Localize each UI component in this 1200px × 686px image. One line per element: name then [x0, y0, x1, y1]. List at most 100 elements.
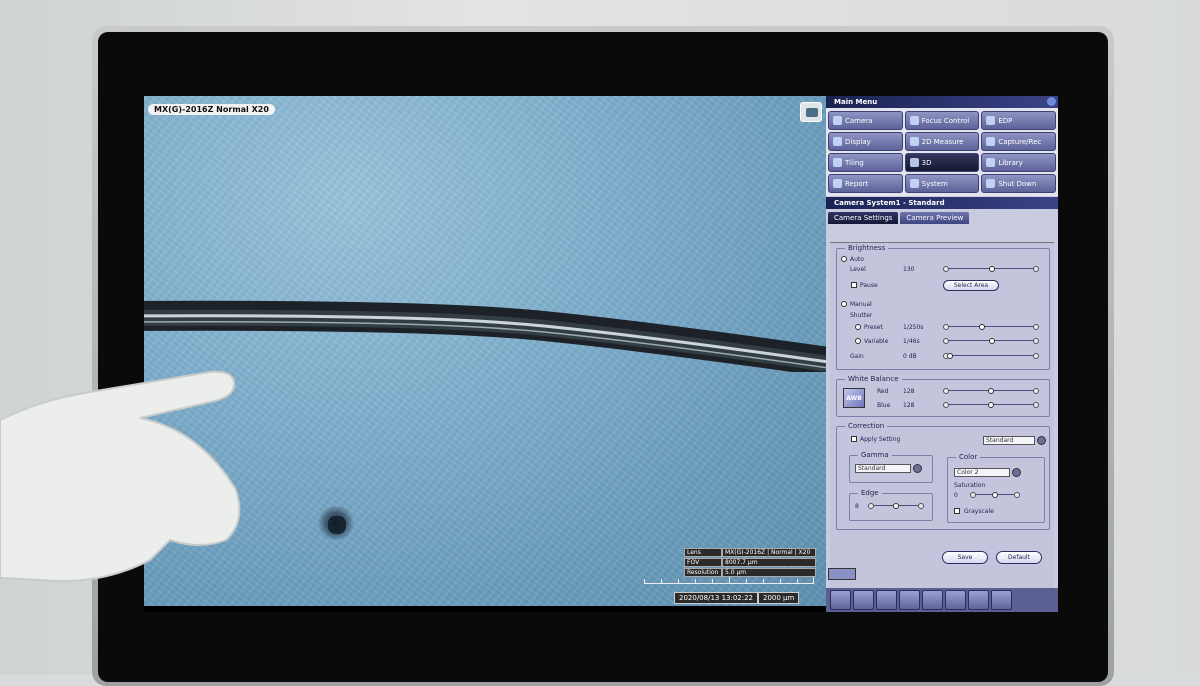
report-icon	[833, 179, 842, 188]
menu-library-button[interactable]: Library	[981, 153, 1056, 172]
preset-label: Preset	[864, 324, 883, 331]
preset-radio[interactable]	[855, 324, 861, 330]
red-slider[interactable]	[943, 388, 1039, 394]
blue-slider[interactable]	[943, 402, 1039, 408]
tool-icon-6[interactable]	[945, 590, 966, 610]
variable-label: Variable	[864, 338, 889, 345]
menu-display-button[interactable]: Display	[828, 132, 903, 151]
info-key: Lens	[684, 548, 722, 557]
control-panel: Main Menu Camera Focus Control EDP Displ…	[826, 96, 1058, 612]
scale-readout: 2000 µm	[758, 592, 800, 604]
measure-icon	[909, 137, 919, 146]
help-icon[interactable]	[1047, 97, 1056, 106]
live-view[interactable]: MX(G)-2016Z Normal X20 Lens MX(G)-2016Z |…	[144, 96, 826, 606]
menu-2d-measure-button[interactable]: 2D Measure	[904, 132, 980, 151]
select-area-button[interactable]: Select Area	[943, 280, 999, 291]
gamma-group: Gamma Standard	[849, 451, 933, 483]
info-key: FOV	[684, 558, 722, 567]
camera-tabs: Camera Settings Camera Preview	[826, 209, 1058, 224]
pause-label: Pause	[860, 282, 878, 289]
color-select-value: Color 2	[957, 469, 979, 476]
auto-radio[interactable]	[841, 256, 847, 262]
saturation-slider[interactable]	[970, 492, 1020, 498]
blue-label: Blue	[877, 402, 891, 409]
menu-tiling-button[interactable]: Tiling	[828, 153, 903, 172]
camera-icon	[833, 116, 842, 125]
apply-setting-checkbox[interactable]	[851, 436, 857, 442]
preset-slider[interactable]	[943, 324, 1039, 330]
datetime-readout: 2020/08/13 13:02:22	[674, 592, 759, 604]
variable-value: 1/46s	[903, 338, 920, 345]
tool-icon-2[interactable]	[853, 590, 874, 610]
chevron-down-icon	[1012, 468, 1021, 477]
tab-camera-preview[interactable]: Camera Preview	[900, 212, 970, 224]
menu-camera-button[interactable]: Camera	[828, 111, 903, 130]
menu-system-button[interactable]: System	[904, 174, 980, 193]
gain-label: Gain	[850, 353, 864, 360]
gamma-title: Gamma	[858, 451, 892, 459]
level-value: 130	[903, 266, 915, 273]
default-button[interactable]: Default	[996, 551, 1042, 564]
red-label: Red	[877, 388, 889, 395]
menu-report-button[interactable]: Report	[828, 174, 903, 193]
tool-icon-1[interactable]	[830, 590, 851, 610]
camera-icon	[806, 108, 818, 117]
variable-slider[interactable]	[943, 338, 1039, 344]
display-icon	[833, 137, 842, 146]
tool-icon-7[interactable]	[968, 590, 989, 610]
gain-slider[interactable]	[943, 353, 1039, 359]
color-select[interactable]: Color 2	[954, 468, 1021, 477]
focus-icon	[909, 116, 919, 125]
grayscale-label: Grayscale	[964, 508, 994, 515]
info-value: 8007.7 µm	[722, 558, 816, 567]
correction-group: Correction Apply Setting Standard Gamma …	[836, 422, 1050, 530]
tool-icon-8[interactable]	[991, 590, 1012, 610]
saturation-value: 0	[954, 492, 958, 499]
edge-title: Edge	[858, 489, 882, 497]
tool-icon-3[interactable]	[876, 590, 897, 610]
red-value: 128	[903, 388, 915, 395]
level-slider[interactable]	[943, 266, 1039, 272]
system-icon	[909, 179, 919, 188]
menu-focus-control-button[interactable]: Focus Control	[904, 111, 980, 130]
lens-label: MX(G)-2016Z Normal X20	[148, 104, 275, 115]
specimen-wire	[144, 300, 826, 372]
dark-spot-core	[328, 516, 346, 534]
color-title: Color	[956, 453, 981, 461]
main-menu-header: Main Menu	[826, 96, 1058, 108]
tiling-icon	[833, 158, 842, 167]
monitor-screen: MX(G)-2016Z Normal X20 Lens MX(G)-2016Z |…	[144, 96, 1058, 612]
manual-radio[interactable]	[841, 301, 847, 307]
awb-button[interactable]: AWB	[843, 388, 865, 408]
cube-icon	[909, 158, 919, 167]
tool-icon-4[interactable]	[899, 590, 920, 610]
lens-info-box: Lens MX(G)-2016Z | Normal | X20 FOV 8007.7…	[684, 548, 816, 578]
grayscale-checkbox[interactable]	[954, 508, 960, 514]
apply-setting-select[interactable]: Standard	[983, 436, 1046, 445]
edge-group: Edge 8	[849, 489, 933, 521]
info-value: MX(G)-2016Z | Normal | X20	[722, 548, 816, 557]
variable-radio[interactable]	[855, 338, 861, 344]
menu-capture-rec-button[interactable]: Capture/Rec	[981, 132, 1056, 151]
snapshot-button[interactable]	[800, 102, 822, 122]
tab-camera-settings[interactable]: Camera Settings	[828, 212, 899, 224]
level-label: Level	[850, 266, 866, 273]
menu-3d-button[interactable]: 3D	[904, 153, 980, 172]
color-group: Color Color 2 Saturation 0 Grayscale	[947, 453, 1045, 523]
camera-settings-pane: Brightness Auto Level 130 Pause Select A…	[830, 242, 1054, 610]
edge-slider[interactable]	[868, 503, 924, 509]
layout-toggle-button[interactable]	[828, 568, 856, 580]
shutter-label: Shutter	[850, 312, 873, 319]
menu-shut-down-button[interactable]: Shut Down	[981, 174, 1056, 193]
white-balance-group: White Balance AWB Red 128 Blue 128	[836, 375, 1050, 417]
main-menu-title: Main Menu	[834, 98, 878, 106]
manual-label: Manual	[850, 301, 872, 308]
preset-value: 1/250s	[903, 324, 924, 331]
tool-icon-5[interactable]	[922, 590, 943, 610]
pause-checkbox[interactable]	[851, 282, 857, 288]
capture-icon	[986, 137, 996, 146]
gamma-select[interactable]: Standard	[855, 464, 922, 473]
brightness-title: Brightness	[845, 244, 889, 252]
menu-edp-button[interactable]: EDP	[981, 111, 1056, 130]
save-button[interactable]: Save	[942, 551, 988, 564]
